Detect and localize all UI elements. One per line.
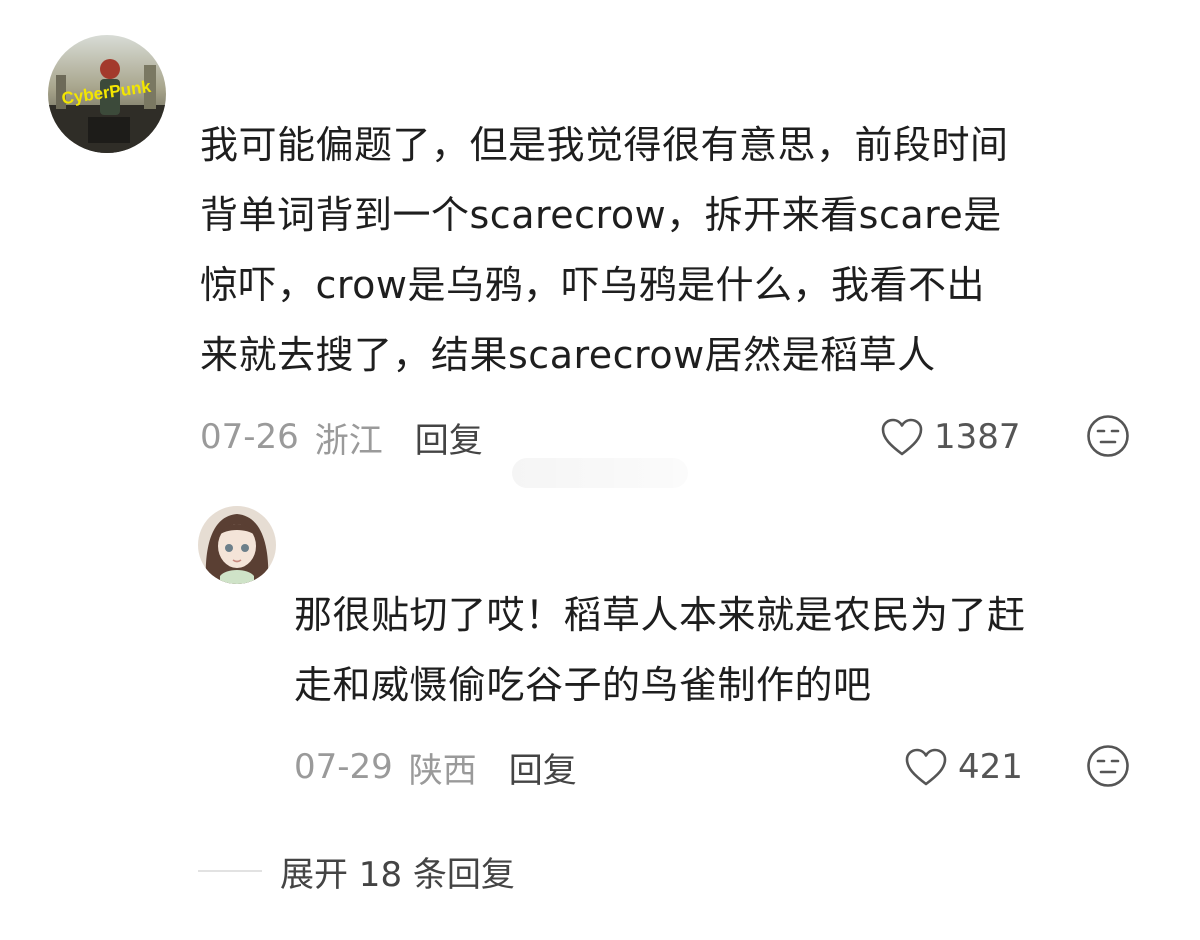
- reply-button[interactable]: 回复: [415, 413, 483, 462]
- neutral-face-icon: [1087, 745, 1129, 787]
- reply-button[interactable]: 回复: [509, 743, 577, 792]
- expand-replies-label: 展开 18 条回复: [280, 854, 515, 895]
- comment-text: 我可能偏题了，但是我觉得很有意思，前段时间 背单词背到一个scarecrow，拆…: [200, 110, 1009, 390]
- divider-line: [198, 870, 262, 872]
- comment-text-line: 来就去搜了，结果scarecrow居然是稻草人: [200, 333, 936, 377]
- reaction-button[interactable]: [1086, 744, 1130, 792]
- like-count: 421: [958, 747, 1023, 787]
- heart-icon: [905, 748, 947, 786]
- comment-meta: 07-26 浙江 回复: [200, 412, 483, 462]
- comment-text-line: 惊吓，crow是乌鸦，吓乌鸦是什么，我看不出: [200, 263, 986, 307]
- reply-date: 07-29: [294, 747, 393, 787]
- avatar[interactable]: [198, 506, 276, 584]
- neutral-face-icon: [1087, 415, 1129, 457]
- avatar[interactable]: CyberPunk: [48, 35, 166, 153]
- comment-region: 浙江: [314, 420, 383, 461]
- heart-icon: [881, 418, 923, 456]
- reply-meta: 07-29 陕西 回复: [294, 742, 577, 792]
- watermark: [512, 458, 688, 488]
- comment-date: 07-26: [200, 417, 299, 457]
- comment-text-line: 背单词背到一个scarecrow，拆开来看scare是: [200, 193, 1002, 237]
- reply-text-line: 走和威慑偷吃谷子的鸟雀制作的吧: [294, 663, 872, 707]
- reply-text: 那很贴切了哎！稻草人本来就是农民为了赶 走和威慑偷吃谷子的鸟雀制作的吧: [294, 580, 1026, 720]
- like-count: 1387: [934, 417, 1021, 457]
- expand-replies-button[interactable]: 展开 18 条回复: [198, 846, 515, 896]
- like-button[interactable]: 421: [904, 742, 1023, 792]
- reply-text-line: 那很贴切了哎！稻草人本来就是农民为了赶: [294, 593, 1026, 637]
- reply-region: 陕西: [408, 750, 477, 791]
- reaction-button[interactable]: [1086, 414, 1130, 462]
- like-button[interactable]: 1387: [880, 412, 1021, 462]
- comment-text-line: 我可能偏题了，但是我觉得很有意思，前段时间: [200, 123, 1009, 167]
